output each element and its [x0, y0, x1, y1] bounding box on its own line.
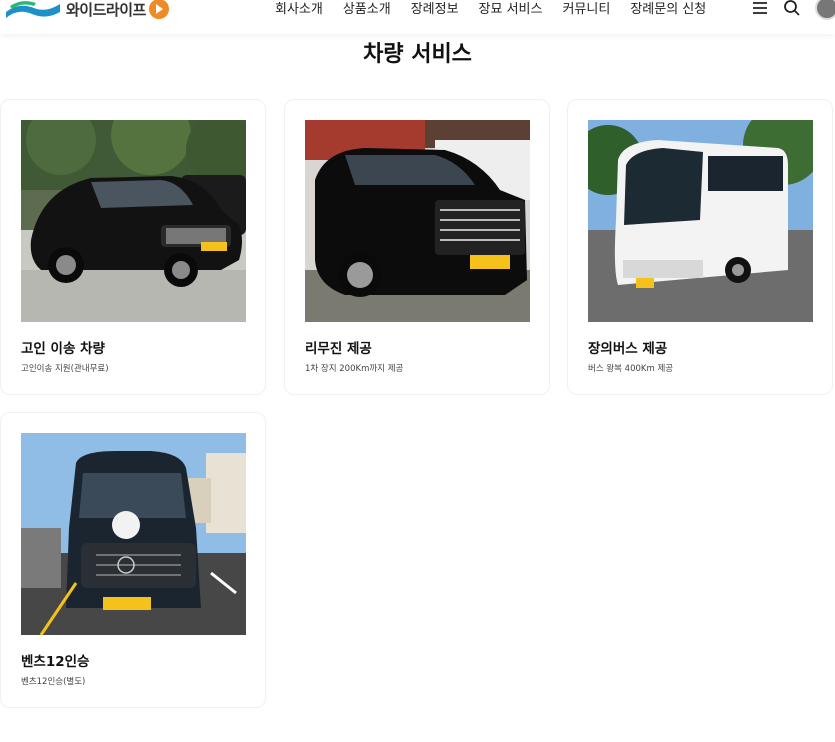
- vehicle-card-benz[interactable]: 벤츠12인승 벤츠12인승(별도): [0, 412, 266, 708]
- site-header: 와이드라이프 회사소개 상품소개 장례정보 장묘 서비스 커뮤니티 장례문의 신…: [0, 0, 835, 34]
- logo-badge-icon: [148, 0, 169, 19]
- card-title: 고인 이송 차량: [21, 341, 105, 357]
- site-logo[interactable]: 와이드라이프: [4, 0, 169, 20]
- nav-item-community[interactable]: 커뮤니티: [562, 0, 610, 18]
- card-desc: 버스 왕복 400Km 제공: [588, 364, 674, 374]
- page-title: 차량 서비스: [363, 42, 472, 67]
- card-desc: 1차 장지 200Km까지 제공: [305, 364, 404, 374]
- nav-item-inquiry[interactable]: 장례문의 신청: [630, 0, 706, 18]
- vehicle-photo-bus: [588, 120, 813, 322]
- card-desc: 고인이송 지원(관내무료): [21, 364, 109, 374]
- menu-icon[interactable]: [751, 0, 769, 17]
- nav-item-funeral-info[interactable]: 장례정보: [411, 0, 459, 18]
- nav-item-about[interactable]: 회사소개: [275, 0, 323, 18]
- avatar[interactable]: [815, 0, 835, 20]
- header-tools: [751, 0, 835, 20]
- search-icon[interactable]: [783, 0, 801, 17]
- nav-item-products[interactable]: 상품소개: [343, 0, 391, 18]
- vehicle-card-transfer[interactable]: 고인 이송 차량 고인이송 지원(관내무료): [0, 99, 266, 395]
- card-title: 장의버스 제공: [588, 341, 668, 357]
- vehicle-photo-benz: [21, 433, 246, 635]
- logo-text: 와이드라이프: [66, 0, 146, 19]
- vehicle-photo-van: [21, 120, 246, 322]
- card-title: 리무진 제공: [305, 341, 372, 357]
- vehicle-card-bus[interactable]: 장의버스 제공 버스 왕복 400Km 제공: [567, 99, 833, 395]
- logo-mark-icon: [4, 0, 62, 20]
- main-nav: 회사소개 상품소개 장례정보 장묘 서비스 커뮤니티 장례문의 신청: [275, 0, 706, 18]
- nav-item-burial-service[interactable]: 장묘 서비스: [479, 0, 543, 18]
- vehicle-card-limousine[interactable]: 리무진 제공 1차 장지 200Km까지 제공: [284, 99, 550, 395]
- card-title: 벤츠12인승: [21, 654, 90, 670]
- card-desc: 벤츠12인승(별도): [21, 677, 86, 687]
- vehicle-photo-limousine: [305, 120, 530, 322]
